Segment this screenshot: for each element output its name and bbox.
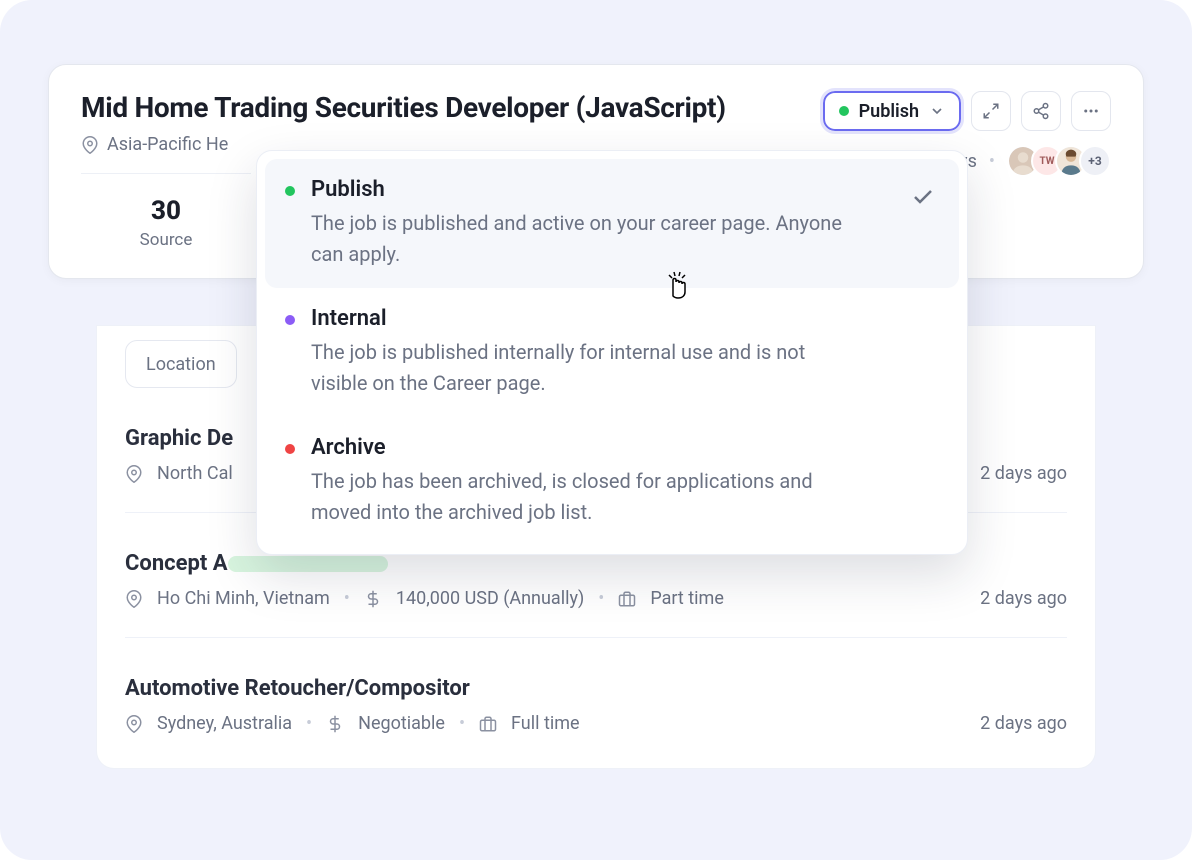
job-title: Concept A (125, 551, 228, 576)
dropdown-item-title: Publish (311, 177, 851, 202)
expand-button[interactable] (971, 91, 1011, 131)
filter-location-chip[interactable]: Location (125, 340, 237, 388)
job-location: Ho Chi Minh, Vietnam (157, 588, 330, 609)
expand-icon (982, 102, 1000, 120)
publish-status-button[interactable]: Publish (823, 91, 961, 131)
dropdown-item-title: Internal (311, 306, 851, 331)
job-title: Automotive Retoucher/Compositor (125, 676, 1067, 701)
stat-source[interactable]: 30 Source (81, 173, 251, 278)
job-salary: Negotiable (358, 713, 445, 734)
job-location-text: Asia-Pacific He (107, 134, 228, 155)
status-dot-icon (285, 186, 295, 196)
job-location: North Cal (157, 463, 233, 484)
dropdown-item-title: Archive (311, 435, 851, 460)
job-type: Full time (511, 713, 580, 734)
job-posted-ago: 2 days ago (980, 588, 1067, 609)
job-location: Sydney, Australia (157, 713, 292, 734)
dropdown-item-internal[interactable]: Internal The job is published internally… (265, 288, 959, 417)
dropdown-item-desc: The job is published internally for inte… (311, 337, 851, 399)
dropdown-item-desc: The job has been archived, is closed for… (311, 466, 851, 528)
briefcase-icon (618, 590, 636, 608)
share-button[interactable] (1021, 91, 1061, 131)
dollar-icon (364, 590, 382, 608)
separator-dot: • (989, 151, 995, 172)
meta-row: vs • TW +3 (959, 145, 1111, 177)
chevron-down-icon (929, 103, 945, 119)
separator-dot: • (598, 588, 604, 609)
page-background: Location Graphic De North Cal 2 days ago… (0, 0, 1192, 860)
status-dot-icon (285, 444, 295, 454)
job-posted-ago: 2 days ago (980, 713, 1067, 734)
separator-dot: • (344, 588, 350, 609)
stat-value: 30 (81, 196, 251, 226)
publish-status-dropdown: Publish The job is published and active … (256, 150, 968, 555)
separator-dot: • (306, 713, 312, 734)
status-dot-icon (285, 315, 295, 325)
briefcase-icon (479, 715, 497, 733)
filter-location-label: Location (146, 354, 216, 375)
dropdown-item-publish[interactable]: Publish The job is published and active … (265, 159, 959, 288)
more-button[interactable] (1071, 91, 1111, 131)
job-salary: 140,000 USD (Annually) (396, 588, 584, 609)
separator-dot: • (459, 713, 465, 734)
map-pin-icon (125, 465, 143, 483)
job-tag-pill (228, 556, 388, 572)
dropdown-item-archive[interactable]: Archive The job has been archived, is cl… (265, 417, 959, 546)
more-horizontal-icon (1082, 102, 1100, 120)
job-title-heading: Mid Home Trading Securities Developer (J… (81, 91, 726, 124)
avatar-overflow[interactable]: +3 (1079, 145, 1111, 177)
job-type: Part time (650, 588, 724, 609)
status-dot-icon (839, 106, 849, 116)
dropdown-item-desc: The job is published and active on your … (311, 208, 851, 270)
collaborator-avatars[interactable]: TW +3 (1007, 145, 1111, 177)
dollar-icon (326, 715, 344, 733)
publish-button-label: Publish (859, 101, 919, 122)
check-icon (911, 185, 935, 209)
share-icon (1032, 102, 1050, 120)
job-posted-ago: 2 days ago (980, 463, 1067, 484)
stat-label: Source (81, 230, 251, 250)
map-pin-icon (81, 136, 99, 154)
job-row[interactable]: Automotive Retoucher/Compositor Sydney, … (125, 637, 1067, 734)
map-pin-icon (125, 715, 143, 733)
map-pin-icon (125, 590, 143, 608)
